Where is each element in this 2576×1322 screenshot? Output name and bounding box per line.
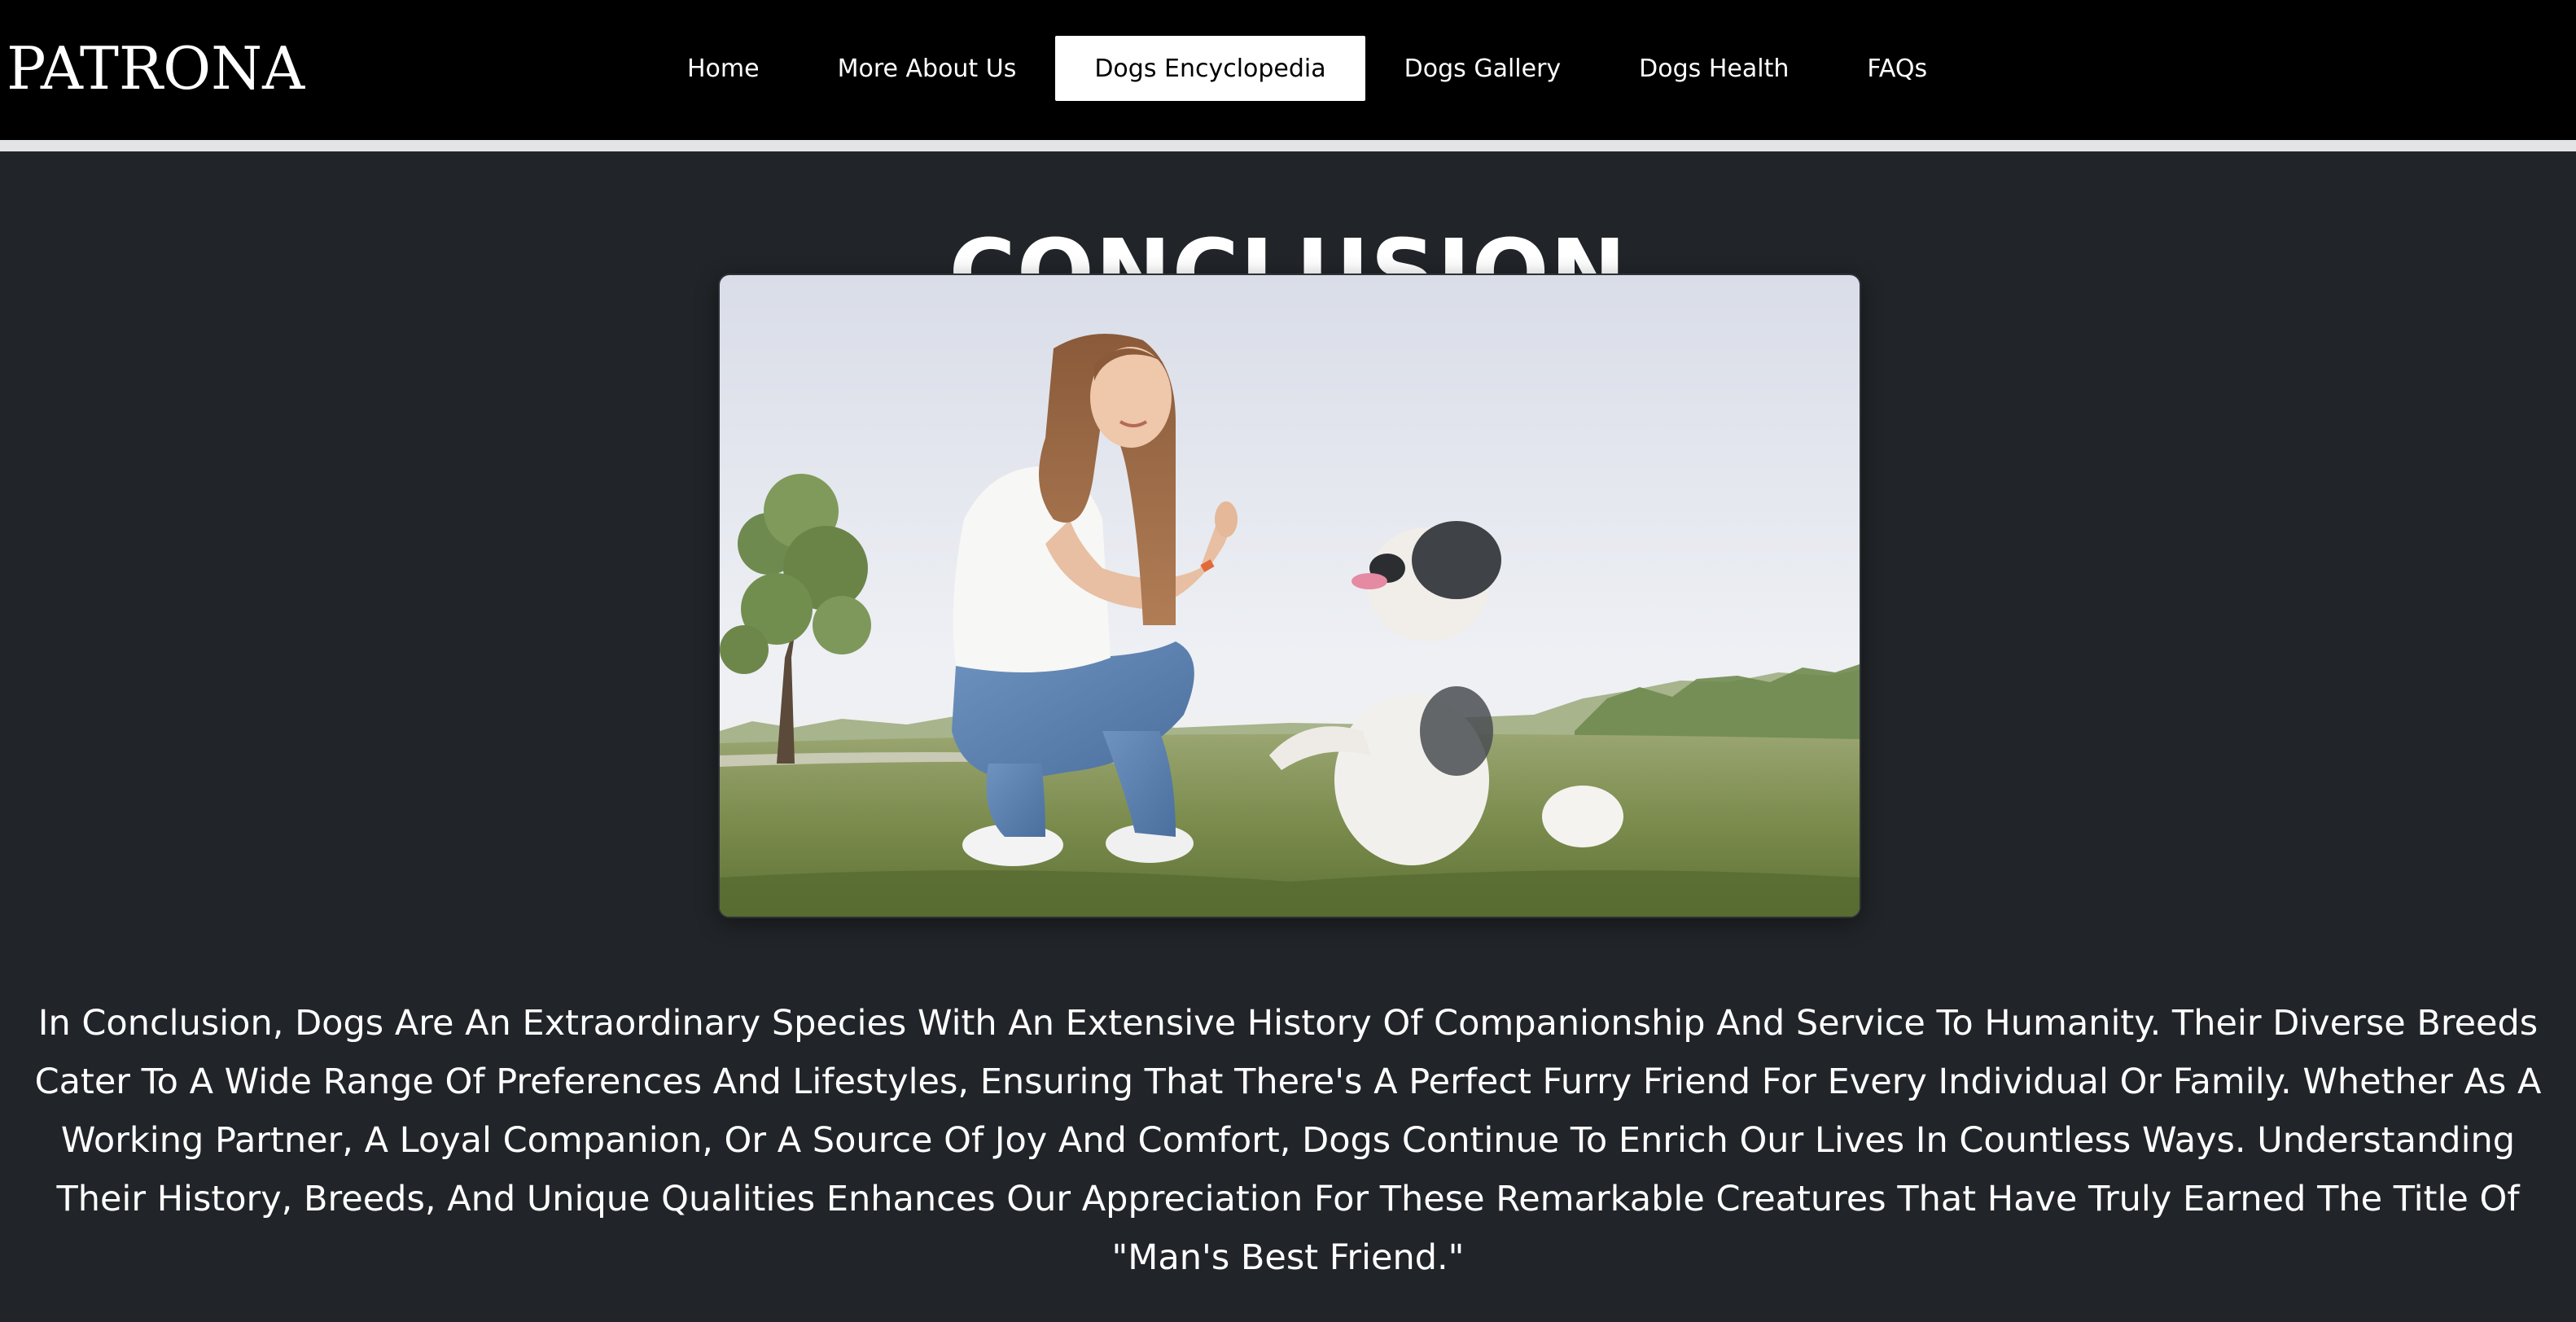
nav-item-dogs-gallery[interactable]: Dogs Gallery: [1365, 36, 1601, 101]
header-divider: [0, 140, 2576, 151]
conclusion-paragraph: In Conclusion, Dogs Are An Extraordinary…: [34, 1003, 2542, 1278]
nav-item-dogs-health[interactable]: Dogs Health: [1600, 36, 1828, 101]
photo-woman-with-dog-icon: [720, 275, 1860, 917]
main-nav: Home More About Us Dogs Encyclopedia Dog…: [648, 36, 1966, 101]
conclusion-photo: [720, 275, 1860, 917]
nav-item-dogs-encyclopedia[interactable]: Dogs Encyclopedia: [1055, 36, 1365, 101]
brand-logo[interactable]: PATRONA: [7, 31, 304, 106]
nav-item-faqs[interactable]: FAQs: [1828, 36, 1966, 101]
top-navbar: PATRONA Home More About Us Dogs Encyclop…: [0, 0, 2576, 140]
nav-item-home[interactable]: Home: [648, 36, 799, 101]
nav-item-more-about-us[interactable]: More About Us: [799, 36, 1056, 101]
